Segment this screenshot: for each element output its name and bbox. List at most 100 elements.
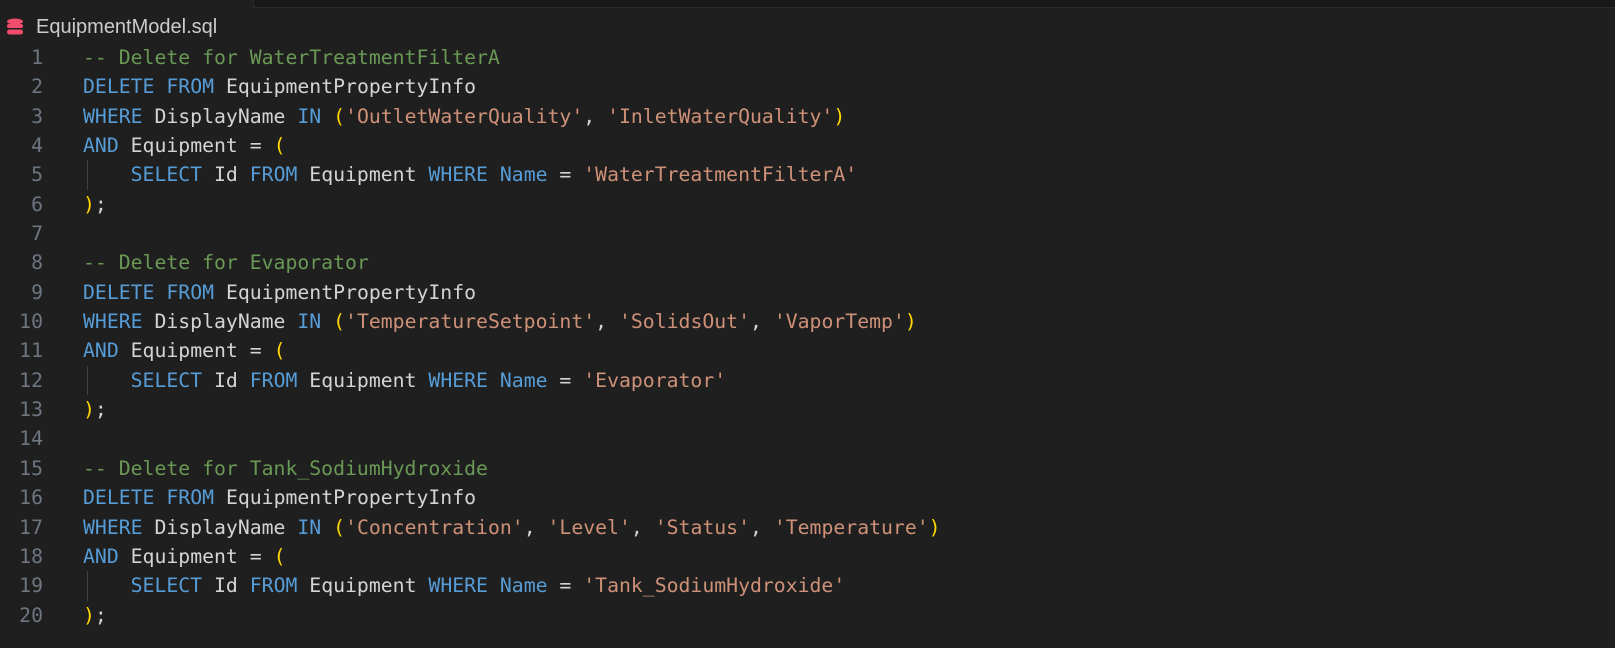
code-line[interactable]: 10 WHERE DisplayName IN ('TemperatureSetp… [0,307,1615,336]
punct-token [321,105,333,128]
punct-token: , [595,310,619,334]
punct-token: , [750,310,774,334]
ident-token: Id [202,574,250,598]
keyword-token: WHERE [428,574,488,598]
line-number: 11 [19,339,43,363]
code-line[interactable]: 7 [0,219,1615,248]
code-line[interactable]: 17 WHERE DisplayName IN ('Concentration',… [0,513,1615,542]
keyword-token: WHERE [83,515,143,539]
punct-token [488,574,500,597]
line-number: 2 [31,75,43,99]
string-token: 'Level' [547,515,631,539]
code-line[interactable]: 1 -- Delete for WaterTreatmentFilterA [0,43,1615,72]
line-number: 12 [19,368,43,392]
punct-token [321,516,333,539]
punct-token [83,574,131,597]
code-line[interactable]: 6); [0,190,1615,219]
code-editor[interactable]: 1 -- Delete for WaterTreatmentFilterA 2 DEL… [0,43,1615,630]
code-line[interactable]: 5 SELECT Id FROM Equipment WHERE Name = … [0,160,1615,190]
ident-token: DisplayName [142,310,298,334]
code-line[interactable]: 16 DELETE FROM EquipmentPropertyInfo [0,483,1615,512]
string-token: 'InletWaterQuality' [607,104,834,128]
paren-token: ( [333,310,346,334]
editor-group-header [253,0,1615,8]
keyword-token: FROM [249,163,298,187]
punct-token [83,369,131,392]
line-number: 3 [31,104,43,128]
code-line[interactable]: 14 [0,424,1615,453]
code-text: -- Delete for Tank_SodiumHydroxide [83,454,488,483]
code-line[interactable]: 20); [0,601,1615,630]
paren-token: ( [273,544,286,568]
keyword-token: SELECT [130,163,203,187]
code-line[interactable]: 2 DELETE FROM EquipmentPropertyInfo [0,72,1615,101]
code-line[interactable]: 18 AND Equipment = ( [0,542,1615,571]
keyword-token: DELETE [83,75,155,99]
punct-token [154,75,166,98]
code-text: AND Equipment = ( [83,131,285,160]
keyword-token: Name [499,368,548,392]
paren-token: ( [333,104,346,128]
line-number: 19 [19,574,43,598]
paren-token: ( [273,134,286,158]
ident-token: Equipment = [118,339,274,363]
line-number: 18 [19,544,43,568]
file-tab[interactable]: EquipmentModel.sql [6,14,217,40]
paren-token: ) [833,104,846,128]
keyword-token: IN [297,104,322,128]
line-number: 7 [31,222,43,246]
code-line[interactable]: 15 -- Delete for Tank_SodiumHydroxide [0,454,1615,483]
code-text: AND Equipment = ( [83,336,285,365]
line-number: 5 [31,163,43,187]
string-token: 'OutletWaterQuality' [345,104,584,128]
ident-token: DisplayName [142,104,298,128]
ident-token: EquipmentPropertyInfo [214,75,477,99]
keyword-token: SELECT [130,368,203,392]
keyword-token: Name [499,163,548,187]
punct-token [83,163,131,186]
code-text: AND Equipment = ( [83,542,285,571]
paren-token: ) [83,192,95,216]
line-number: 17 [19,515,43,539]
paren-token: ) [83,398,95,422]
code-text: ); [83,190,107,219]
code-line[interactable]: 13); [0,395,1615,424]
punct-token: ; [94,192,107,216]
code-line[interactable]: 9 DELETE FROM EquipmentPropertyInfo [0,278,1615,307]
ident-token: = [547,163,584,187]
comment-token: -- Delete for WaterTreatmentFilterA [83,46,500,69]
line-number: 4 [31,134,43,158]
keyword-token: WHERE [83,104,143,128]
punct-token: ; [94,603,107,627]
code-text: DELETE FROM EquipmentPropertyInfo [83,72,476,101]
string-token: 'WaterTreatmentFilterA' [583,163,858,187]
string-token: 'TemperatureSetpoint' [345,310,596,334]
keyword-token: FROM [249,574,298,598]
code-text: ); [83,395,107,424]
code-line[interactable]: 3 WHERE DisplayName IN ('OutletWaterQuali… [0,102,1615,131]
line-number: 10 [19,310,43,334]
code-text: SELECT Id FROM Equipment WHERE Name = 'E… [83,366,727,395]
line-number: 16 [19,486,43,510]
code-line[interactable]: 12 SELECT Id FROM Equipment WHERE Name =… [0,365,1615,396]
punct-token: , [523,515,548,539]
code-line[interactable]: 4 AND Equipment = ( [0,131,1615,160]
string-token: 'Evaporator' [583,368,727,392]
keyword-token: DELETE [83,280,155,304]
code-line[interactable]: 11 AND Equipment = ( [0,336,1615,365]
keyword-token: Name [499,574,548,598]
punct-token [154,281,166,304]
line-number: 9 [31,280,43,304]
ident-token: Id [202,163,250,187]
file-tab-title: EquipmentModel.sql [36,15,218,38]
code-text: WHERE DisplayName IN ('OutletWaterQualit… [83,102,845,131]
paren-token: ) [83,603,95,627]
code-line[interactable]: 19 SELECT Id FROM Equipment WHERE Name =… [0,571,1615,601]
code-text: DELETE FROM EquipmentPropertyInfo [83,278,476,307]
keyword-token: FROM [166,75,215,99]
string-token: 'Concentration' [345,515,524,539]
code-text: WHERE DisplayName IN ('Concentration', '… [83,513,941,542]
code-line[interactable]: 8 -- Delete for Evaporator [0,248,1615,277]
ident-token: EquipmentPropertyInfo [214,280,477,304]
ident-token: = [547,574,584,598]
